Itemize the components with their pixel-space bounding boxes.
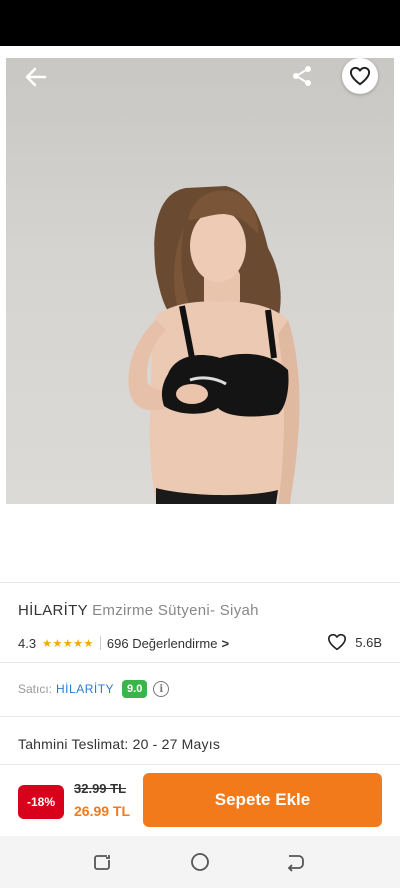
back-button[interactable] [18,62,54,92]
separator [99,636,101,650]
favorite-button[interactable] [342,58,378,94]
product-photo[interactable] [6,58,394,504]
rating-row: 4.3 ★★★★★ 696 Değerlendirme > 5.6B [18,633,382,653]
seller-row: Satıcı: HİLARİTY 9.0 i [18,678,170,700]
heart-outline-icon [349,66,371,86]
reviews-link[interactable]: 696 Değerlendirme > [107,636,229,651]
rating-stars: ★★★★★ [42,637,94,650]
review-count: 696 Değerlendirme [106,635,218,651]
recents-icon [94,855,110,870]
system-nav-bar [0,836,400,888]
nav-back-icon [287,855,304,872]
arrow-left-icon [25,67,47,87]
nav-home-button[interactable] [186,848,214,876]
seller-label: Satıcı: [18,682,53,696]
share-icon [293,66,311,86]
rating-value: 4.3 [18,635,37,651]
model-figure [128,186,300,504]
old-price: 32.99 TL [74,781,127,796]
divider [0,716,400,717]
new-price: 26.99 TL [74,803,131,819]
brand-name[interactable]: HİLARİTY [18,602,88,619]
nav-recents-button[interactable] [88,848,116,876]
favorite-count[interactable]: 5.6B [327,633,382,651]
divider [0,582,400,583]
delivery-estimate: Tahmini Teslimat: 20 - 27 Mayıs [18,736,221,752]
chevron-right-icon: > [221,635,230,651]
info-icon[interactable]: i [153,681,170,697]
heart-outline-icon [328,633,347,651]
nav-back-button[interactable] [282,848,310,876]
status-bar [0,0,400,46]
divider [0,662,400,663]
discount-badge: -18% [18,785,64,819]
product-name: Emzirme Sütyeni- Siyah [92,602,259,619]
product-title: HİLARİTY Emzirme Sütyeni- Siyah [18,602,259,619]
seller-score-badge: 9.0 [122,680,148,698]
product-image-area [0,46,400,516]
add-to-cart-button[interactable]: Sepete Ekle [143,773,382,827]
favorite-count-value: 5.6B [355,634,382,650]
home-circle-icon [191,853,209,871]
seller-name-link[interactable]: HİLARİTY [56,682,114,696]
purchase-bar: -18% 32.99 TL 26.99 TL Sepete Ekle [0,764,400,836]
share-button[interactable] [286,60,318,92]
